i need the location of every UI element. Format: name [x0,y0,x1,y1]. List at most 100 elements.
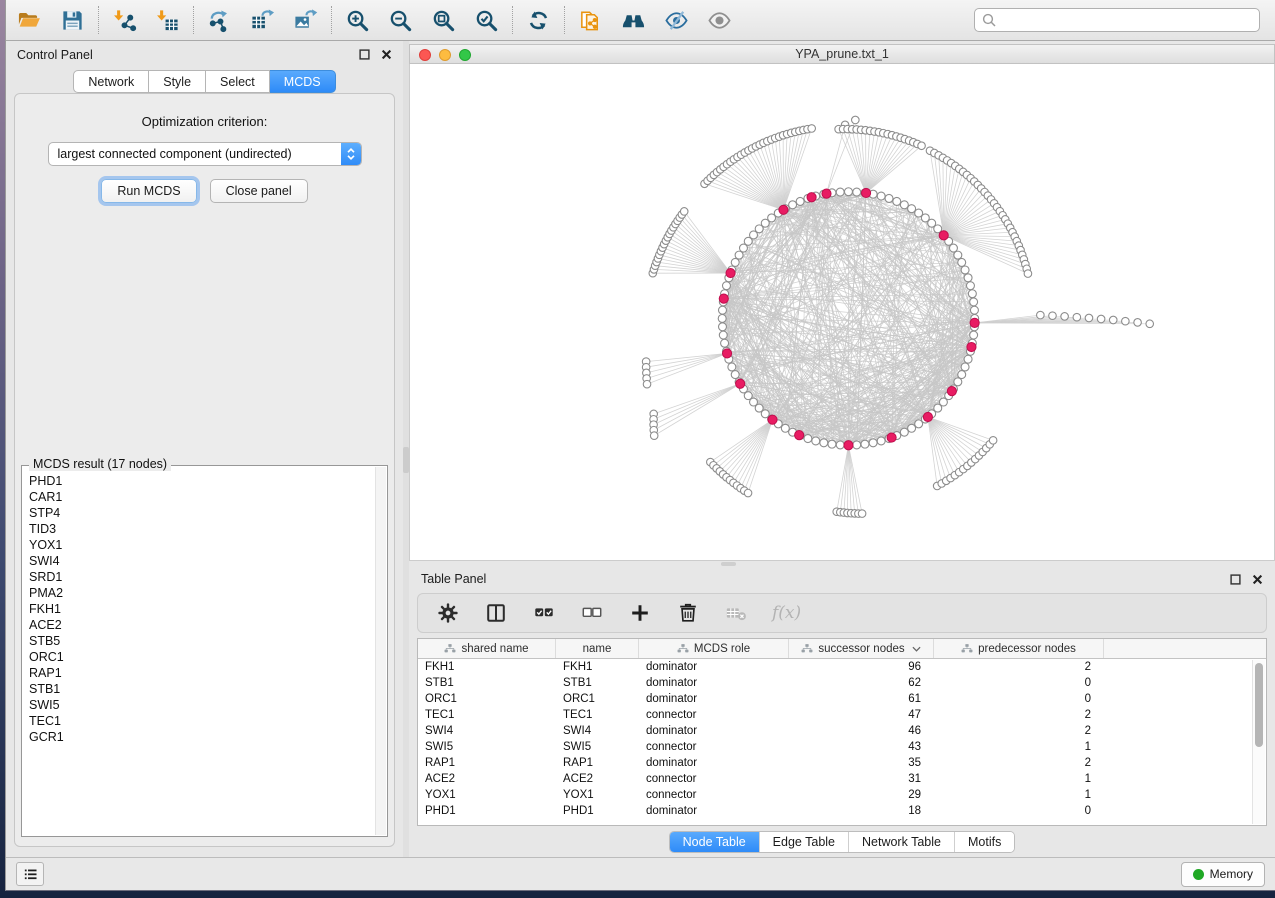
save-session-icon[interactable] [59,7,86,34]
mcds-result-item[interactable]: STB1 [29,681,373,697]
mcds-result-item[interactable]: CAR1 [29,489,373,505]
mcds-result-item[interactable]: STP4 [29,505,373,521]
deselect-all-rows-icon[interactable] [580,601,604,625]
mcds-result-item[interactable]: ORC1 [29,649,373,665]
cell-predecessor-nodes: 2 [934,661,1104,673]
tab-select[interactable]: Select [206,70,270,93]
table-row-yox1[interactable]: YOX1YOX1connector291 [418,787,1266,803]
tab-edge-table[interactable]: Edge Table [760,832,849,852]
table-scrollbar[interactable] [1252,660,1265,824]
close-panel-button[interactable]: Close panel [210,179,308,203]
main-toolbar [6,0,1275,41]
table-row-rap1[interactable]: RAP1RAP1dominator352 [418,755,1266,771]
mcds-result-item[interactable]: SRD1 [29,569,373,585]
table-settings-gear-icon[interactable] [436,601,460,625]
table-row-stb1[interactable]: STB1STB1dominator620 [418,675,1266,691]
export-image-icon[interactable] [292,7,319,34]
mcds-result-item[interactable]: SWI5 [29,697,373,713]
horizontal-splitter-handle[interactable] [721,562,736,566]
mcds-result-item[interactable]: ACE2 [29,617,373,633]
toggle-column-view-icon[interactable] [484,601,508,625]
network-titlebar: YPA_prune.txt_1 [409,44,1275,64]
table-row-phd1[interactable]: PHD1PHD1dominator180 [418,803,1266,819]
window-zoom-button[interactable] [459,49,471,61]
table-row-tec1[interactable]: TEC1TEC1connector472 [418,707,1266,723]
zoom-fit-icon[interactable] [430,7,457,34]
horizontal-splitter[interactable] [409,561,1275,567]
cell-successor-nodes: 31 [789,773,934,785]
import-network-icon[interactable] [111,7,138,34]
mcds-result-item[interactable]: GCR1 [29,729,373,745]
column-header-predecessor-nodes[interactable]: predecessor nodes [934,639,1104,658]
search-box[interactable] [974,8,1260,32]
mcds-result-item[interactable]: YOX1 [29,537,373,553]
mcds-list-scrollbar[interactable] [375,467,386,835]
table-row-swi4[interactable]: SWI4SWI4dominator462 [418,723,1266,739]
mcds-result-item[interactable]: STB5 [29,633,373,649]
float-panel-icon[interactable] [359,49,370,60]
mcds-result-item[interactable]: RAP1 [29,665,373,681]
tab-motifs[interactable]: Motifs [955,832,1014,852]
cell-successor-nodes: 96 [789,661,934,673]
criterion-dropdown[interactable]: largest connected component (undirected) [48,142,362,166]
mcds-result-list[interactable]: PHD1CAR1STP4TID3YOX1SWI4SRD1PMA2FKH1ACE2… [24,468,373,834]
delete-column-icon[interactable] [676,601,700,625]
zoom-out-icon[interactable] [387,7,414,34]
zoom-in-icon[interactable] [344,7,371,34]
cell-mcds-role: dominator [639,693,789,705]
search-icon [982,13,996,27]
network-graph[interactable] [410,64,1274,560]
table-row-fkh1[interactable]: FKH1FKH1dominator962 [418,659,1266,675]
window-close-button[interactable] [419,49,431,61]
tab-style[interactable]: Style [149,70,206,93]
hide-selected-icon[interactable] [663,7,690,34]
close-table-panel-icon[interactable] [1252,574,1263,585]
add-column-icon[interactable] [628,601,652,625]
column-header-successor-nodes[interactable]: successor nodes [789,639,934,658]
column-header-shared-name[interactable]: shared name [418,639,556,658]
mcds-result-item[interactable]: PHD1 [29,473,373,489]
table-scrollbar-thumb[interactable] [1255,663,1263,747]
tab-node-table[interactable]: Node Table [670,832,760,852]
mcds-result-item[interactable]: SWI4 [29,553,373,569]
toolbar-separator [564,6,565,34]
import-table-icon[interactable] [154,7,181,34]
optimization-criterion-label: Optimization criterion: [15,114,394,129]
mcds-result-item[interactable]: PMA2 [29,585,373,601]
select-all-rows-icon[interactable] [532,601,556,625]
table-row-orc1[interactable]: ORC1ORC1dominator610 [418,691,1266,707]
table-panel-title: Table Panel [421,572,486,586]
refresh-layout-icon[interactable] [525,7,552,34]
first-neighbors-icon[interactable] [620,7,647,34]
delete-table-icon[interactable] [724,601,748,625]
float-table-panel-icon[interactable] [1230,574,1241,585]
search-input[interactable] [1001,13,1252,27]
memory-button[interactable]: Memory [1181,862,1265,887]
export-table-icon[interactable] [249,7,276,34]
column-header-mcds-role[interactable]: MCDS role [639,639,789,658]
mcds-result-item[interactable]: TID3 [29,521,373,537]
share-network-icon[interactable] [577,7,604,34]
function-builder-icon[interactable]: f(x) [772,603,801,623]
tab-mcds[interactable]: MCDS [270,70,336,93]
show-all-icon[interactable] [706,7,733,34]
zoom-selected-icon[interactable] [473,7,500,34]
cell-mcds-role: connector [639,741,789,753]
mcds-result-item[interactable]: FKH1 [29,601,373,617]
cell-predecessor-nodes: 2 [934,757,1104,769]
column-header-name[interactable]: name [556,639,639,658]
export-network-icon[interactable] [206,7,233,34]
network-canvas[interactable] [409,64,1275,561]
run-mcds-button[interactable]: Run MCDS [101,179,196,203]
cell-shared-name: SWI5 [418,741,556,753]
table-row-swi5[interactable]: SWI5SWI5connector431 [418,739,1266,755]
tab-network-table[interactable]: Network Table [849,832,955,852]
status-bar: Memory [6,857,1275,890]
open-file-icon[interactable] [16,7,43,34]
table-row-ace2[interactable]: ACE2ACE2connector311 [418,771,1266,787]
task-history-button[interactable] [16,862,44,886]
close-panel-icon[interactable] [381,49,392,60]
tab-network[interactable]: Network [73,70,149,93]
window-minimize-button[interactable] [439,49,451,61]
mcds-result-item[interactable]: TEC1 [29,713,373,729]
